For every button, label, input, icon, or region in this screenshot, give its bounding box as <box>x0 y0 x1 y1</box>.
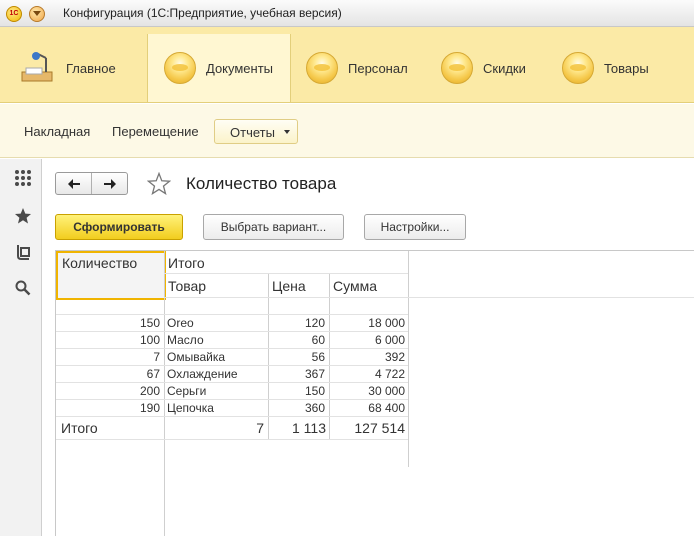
cell-quantity: 190 <box>139 401 160 415</box>
section-label: Товары <box>604 60 649 76</box>
column-divider <box>164 251 165 536</box>
history-icon[interactable] <box>14 243 32 261</box>
column-divider <box>408 251 409 467</box>
row-divider <box>56 416 408 417</box>
cell-product: Масло <box>167 333 204 347</box>
form-title: Количество товара <box>186 174 337 193</box>
total-sum: 127 514 <box>354 420 405 436</box>
section-products[interactable]: Товары <box>562 34 672 102</box>
cell-price: 360 <box>304 401 325 415</box>
command-invoice[interactable]: Накладная <box>24 124 90 139</box>
reports-dropdown-label: Отчеты <box>230 125 275 140</box>
arrow-left-icon <box>68 179 80 189</box>
title-bar: 1C Конфигурация (1С:Предприятие, учебная… <box>0 0 694 27</box>
sections-panel: Главное Документы Персонал Скидки Товары <box>0 27 694 103</box>
settings-button[interactable]: Настройки... <box>364 214 466 240</box>
app-logo-icon[interactable]: 1C <box>6 6 22 22</box>
cell-product: Серьги <box>167 384 207 398</box>
cell-quantity: 67 <box>146 367 160 381</box>
chevron-down-icon <box>33 11 41 16</box>
cell-sum: 18 000 <box>368 316 405 330</box>
forward-button[interactable] <box>92 173 128 194</box>
cell-product: Цепочка <box>167 401 214 415</box>
row-divider <box>56 439 408 440</box>
row-divider <box>56 314 408 315</box>
cell-price: 120 <box>304 316 325 330</box>
column-header-product: Товар <box>168 278 207 294</box>
search-icon[interactable] <box>14 279 32 297</box>
cell-price: 56 <box>311 350 325 364</box>
arrow-right-icon <box>104 179 116 189</box>
cell-price: 367 <box>304 367 325 381</box>
cell-quantity: 150 <box>139 316 160 330</box>
total-price: 1 113 <box>292 420 326 436</box>
section-ball-icon <box>562 52 594 84</box>
apps-grid-icon[interactable] <box>14 169 32 187</box>
row-divider <box>56 348 408 349</box>
cell-sum: 30 000 <box>368 384 405 398</box>
section-label: Главное <box>66 60 116 76</box>
cell-quantity: 200 <box>139 384 160 398</box>
section-ball-icon <box>306 52 338 84</box>
row-divider <box>56 382 408 383</box>
left-panel <box>0 159 42 536</box>
cell-sum: 6 000 <box>374 333 405 347</box>
group-header-total: Итого <box>168 255 205 271</box>
section-personnel[interactable]: Персонал <box>306 34 426 102</box>
row-divider <box>56 365 408 366</box>
section-label: Скидки <box>483 60 526 76</box>
generate-button[interactable]: Сформировать <box>55 214 183 240</box>
cell-product: Oreo <box>167 316 194 330</box>
back-button[interactable] <box>56 173 92 194</box>
total-label: Итого <box>61 420 98 436</box>
report-table[interactable]: Количество Итого Товар Цена Сумма 150 Or… <box>55 250 694 536</box>
cell-price: 60 <box>311 333 325 347</box>
dropdown-arrow-icon <box>284 130 290 134</box>
cell-product: Охлаждение <box>167 367 238 381</box>
row-divider <box>164 297 694 298</box>
report-form: Количество товара Сформировать Выбрать в… <box>43 159 694 536</box>
main-menu-button[interactable] <box>29 6 45 22</box>
cell-product: Омывайка <box>167 350 226 364</box>
favorites-star-icon[interactable] <box>14 207 32 225</box>
row-divider <box>164 273 408 274</box>
cell-quantity: 100 <box>139 333 160 347</box>
row-divider <box>56 331 408 332</box>
navigation-buttons <box>55 172 128 195</box>
command-bar: Накладная Перемещение Отчеты <box>0 104 694 158</box>
desk-lamp-icon <box>20 50 56 86</box>
cell-price: 150 <box>304 384 325 398</box>
section-label: Документы <box>206 60 274 76</box>
add-to-favorites-star-icon[interactable] <box>146 171 172 198</box>
command-transfer[interactable]: Перемещение <box>112 124 199 139</box>
column-header-price: Цена <box>272 278 306 294</box>
cell-sum: 68 400 <box>368 401 405 415</box>
cell-quantity: 7 <box>153 350 160 364</box>
cell-sum: 392 <box>384 350 405 364</box>
total-product: 7 <box>256 420 264 436</box>
section-main[interactable]: Главное <box>20 34 148 102</box>
row-divider <box>56 399 408 400</box>
section-ball-icon <box>441 52 473 84</box>
column-header-sum: Сумма <box>333 278 377 294</box>
section-discounts[interactable]: Скидки <box>441 34 551 102</box>
section-documents[interactable]: Документы <box>147 34 291 102</box>
section-label: Персонал <box>348 60 408 76</box>
cell-sum: 4 722 <box>374 367 405 381</box>
section-ball-icon <box>164 52 196 84</box>
row-header-quantity: Количество <box>62 255 138 271</box>
window-title: Конфигурация (1С:Предприятие, учебная ве… <box>63 6 342 20</box>
reports-dropdown[interactable]: Отчеты <box>214 119 298 144</box>
choose-variant-button[interactable]: Выбрать вариант... <box>203 214 344 240</box>
